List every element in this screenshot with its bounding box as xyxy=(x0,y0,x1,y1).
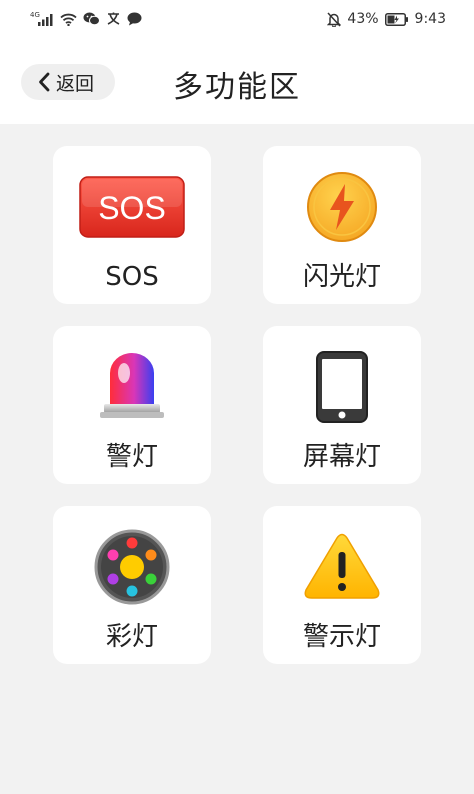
sos-tile[interactable]: SOS SOS xyxy=(53,146,211,304)
warning-triangle-icon xyxy=(263,526,421,608)
screen-light-tile[interactable]: 屏幕灯 xyxy=(263,326,421,484)
tile-label-police-light: 警灯 xyxy=(105,442,158,472)
tile-label-screen-light: 屏幕灯 xyxy=(302,442,381,472)
phone-screen-icon xyxy=(263,346,421,428)
police-siren-icon xyxy=(53,346,211,428)
flashlight-tile[interactable]: 闪光灯 xyxy=(263,146,421,304)
warning-light-tile[interactable]: 警示灯 xyxy=(263,506,421,664)
sos-badge-text: SOS xyxy=(98,190,166,226)
tile-label-sos: SOS xyxy=(105,262,159,292)
tile-label-flashlight: 闪光灯 xyxy=(302,262,381,292)
flash-lightning-icon xyxy=(263,166,421,248)
sos-badge-icon: SOS xyxy=(53,166,211,248)
police-light-tile[interactable]: 警灯 xyxy=(53,326,211,484)
feature-grid: SOS SOS 闪光灯 警灯 屏幕灯 彩灯 警示灯 xyxy=(0,0,474,794)
color-light-tile[interactable]: 彩灯 xyxy=(53,506,211,664)
color-light-icon xyxy=(53,526,211,608)
tile-label-warning-light: 警示灯 xyxy=(302,622,381,652)
tile-label-color-light: 彩灯 xyxy=(105,622,158,652)
